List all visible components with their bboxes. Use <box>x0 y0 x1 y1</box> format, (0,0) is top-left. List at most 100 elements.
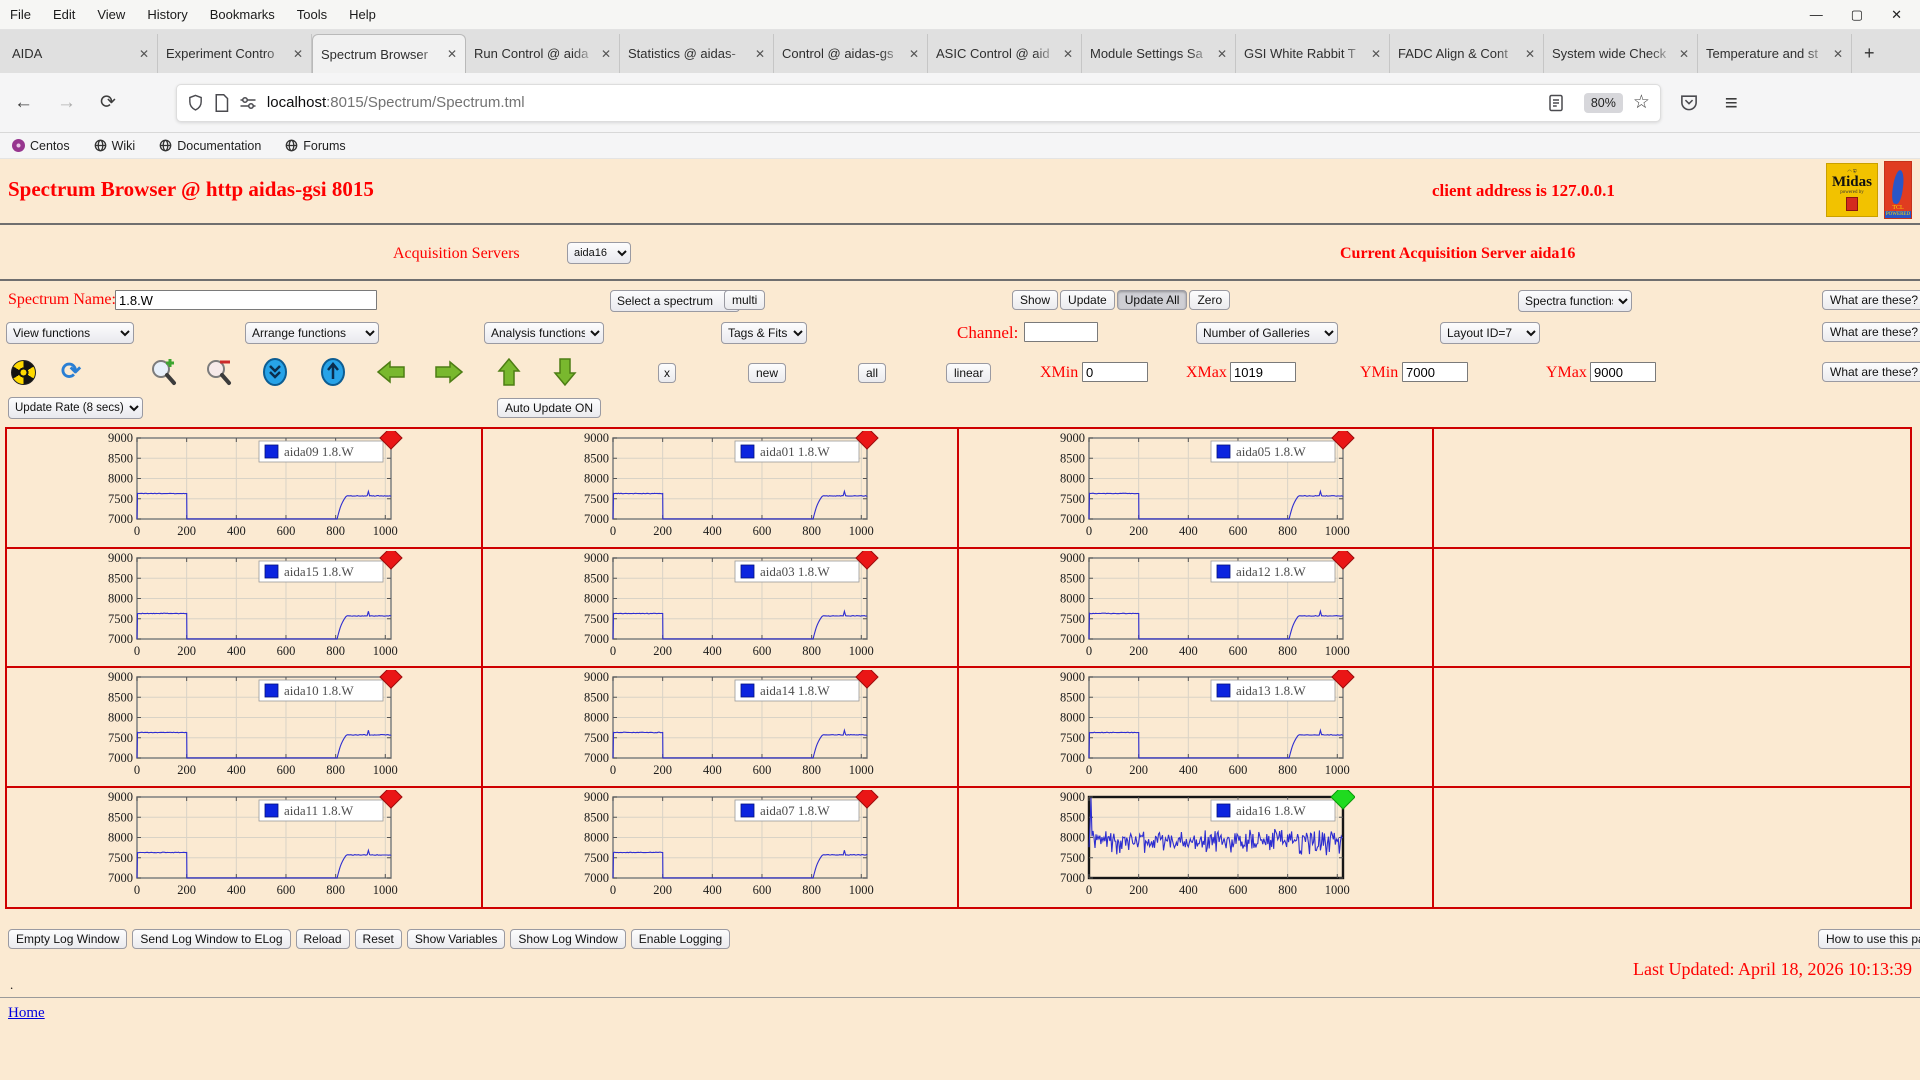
new-tab-button[interactable]: + <box>1852 34 1887 73</box>
spectrum-name-input[interactable] <box>115 290 377 310</box>
spectrum-panel-aida09[interactable]: 0 200 400 600 800 1000 7000 7500 8000 8500 9000 aid… <box>7 429 483 549</box>
new-button[interactable]: new <box>748 363 787 383</box>
url-text[interactable]: localhost:8015/Spectrum/Spectrum.tml <box>267 94 1548 111</box>
view-functions-dropdown[interactable]: View functions <box>6 322 134 344</box>
show-variables-button[interactable]: Show Variables <box>406 929 506 949</box>
tab-close-icon[interactable]: ✕ <box>139 47 149 61</box>
ymax-input[interactable] <box>1590 362 1656 382</box>
tab-close-icon[interactable]: ✕ <box>755 47 765 61</box>
bookmark-wiki[interactable]: Wiki <box>94 139 135 153</box>
multi-button[interactable]: multi <box>724 290 766 310</box>
what-are-these-button-2[interactable]: What are these? <box>1822 322 1920 342</box>
browser-tab-experiment-contro[interactable]: Experiment Contro ✕ <box>158 34 312 73</box>
how-to-use-button[interactable]: How to use this page <box>1818 929 1920 949</box>
forward-icon[interactable]: → <box>57 92 76 114</box>
menu-file[interactable]: File <box>10 7 31 22</box>
browser-tab-aida[interactable]: AIDA ✕ <box>4 34 158 73</box>
expand-y-icon[interactable] <box>318 357 348 387</box>
bookmark-forums[interactable]: Forums <box>285 139 346 153</box>
tab-close-icon[interactable]: ✕ <box>1217 47 1227 61</box>
tab-close-icon[interactable]: ✕ <box>447 47 457 61</box>
refresh-icon[interactable]: ⟳ <box>56 357 86 387</box>
shrink-y-icon[interactable] <box>260 357 290 387</box>
tcl-powered-logo[interactable]: TCL POWERED <box>1884 161 1912 219</box>
browser-tab-gsi-white-rabbit-t[interactable]: GSI White Rabbit T ✕ <box>1236 34 1390 73</box>
update-all-button[interactable]: Update All <box>1116 290 1188 310</box>
auto-update-button[interactable]: Auto Update ON <box>497 398 602 418</box>
bookmark-centos[interactable]: Centos <box>12 139 70 153</box>
show-button[interactable]: Show <box>1012 290 1059 310</box>
menu-tools[interactable]: Tools <box>297 7 327 22</box>
arrange-functions-dropdown[interactable]: Arrange functions <box>245 322 379 344</box>
spectrum-panel-aida03[interactable]: 0 200 400 600 800 1000 7000 7500 8000 8500 9000 aid… <box>482 548 959 668</box>
tab-close-icon[interactable]: ✕ <box>601 47 611 61</box>
ymin-input[interactable] <box>1402 362 1468 382</box>
spectrum-panel-aida12[interactable]: 0 200 400 600 800 1000 7000 7500 8000 8500 9000 aid… <box>958 548 1435 668</box>
reload-button[interactable]: Reload <box>295 929 350 949</box>
window-minimize-icon[interactable]: — <box>1810 8 1823 21</box>
select-spectrum-dropdown[interactable]: Select a spectrum <box>610 290 740 312</box>
bookmark-star-icon[interactable]: ☆ <box>1633 91 1650 114</box>
back-icon[interactable]: ← <box>14 92 33 114</box>
pan-right-icon[interactable] <box>434 357 464 387</box>
zoom-in-icon[interactable] <box>148 357 178 387</box>
linear-button[interactable]: linear <box>946 363 992 383</box>
menu-view[interactable]: View <box>97 7 125 22</box>
browser-tab-asic-control-aid[interactable]: ASIC Control @ aid ✕ <box>928 34 1082 73</box>
tab-close-icon[interactable]: ✕ <box>293 47 303 61</box>
spectrum-chart[interactable]: 0 200 400 600 800 1000 7000 7500 8000 8500 9000 aid… <box>569 789 879 904</box>
shield-icon[interactable] <box>187 93 204 112</box>
pan-down-icon[interactable] <box>550 357 580 387</box>
menu-history[interactable]: History <box>147 7 187 22</box>
analysis-functions-dropdown[interactable]: Analysis functions <box>484 322 604 344</box>
page-icon[interactable] <box>214 93 229 112</box>
send-log-window-to-elog-button[interactable]: Send Log Window to ELog <box>132 929 291 949</box>
reload-icon[interactable]: ⟳ <box>100 91 116 114</box>
x-axis-button[interactable]: x <box>658 363 676 383</box>
reset-button[interactable]: Reset <box>354 929 402 949</box>
spectrum-chart[interactable]: 0 200 400 600 800 1000 7000 7500 8000 8500 9000 aid… <box>93 550 403 665</box>
bookmark-documentation[interactable]: Documentation <box>159 139 261 153</box>
channel-input[interactable] <box>1024 322 1098 342</box>
tab-close-icon[interactable]: ✕ <box>1371 47 1381 61</box>
enable-logging-button[interactable]: Enable Logging <box>630 929 731 949</box>
radiation-icon[interactable] <box>8 357 38 387</box>
reader-mode-icon[interactable] <box>1548 94 1564 112</box>
browser-tab-spectrum-browser[interactable]: Spectrum Browser ✕ <box>312 34 466 73</box>
update-rate-dropdown[interactable]: Update Rate (8 secs) <box>8 397 143 419</box>
browser-tab-run-control-aida[interactable]: Run Control @ aida ✕ <box>466 34 620 73</box>
spectra-functions-dropdown[interactable]: Spectra functions <box>1518 290 1632 312</box>
permissions-icon[interactable] <box>239 96 257 110</box>
spectrum-chart[interactable]: 0 200 400 600 800 1000 7000 7500 8000 8500 9000 aid… <box>1045 789 1355 904</box>
tab-close-icon[interactable]: ✕ <box>1525 47 1535 61</box>
spectrum-panel-aida10[interactable]: 0 200 400 600 800 1000 7000 7500 8000 8500 9000 aid… <box>7 668 483 788</box>
show-log-window-button[interactable]: Show Log Window <box>510 929 626 949</box>
spectrum-panel-aida15[interactable]: 0 200 400 600 800 1000 7000 7500 8000 8500 9000 aid… <box>7 548 483 668</box>
tab-close-icon[interactable]: ✕ <box>909 47 919 61</box>
what-are-these-button-1[interactable]: What are these? <box>1822 290 1920 310</box>
spectrum-panel-aida01[interactable]: 0 200 400 600 800 1000 7000 7500 8000 8500 9000 aid… <box>482 429 959 549</box>
browser-tab-temperature-and-st[interactable]: Temperature and st ✕ <box>1698 34 1852 73</box>
layout-id-dropdown[interactable]: Layout ID=7 <box>1440 322 1540 344</box>
empty-log-window-button[interactable]: Empty Log Window <box>8 929 128 949</box>
zero-button[interactable]: Zero <box>1189 290 1231 310</box>
window-close-icon[interactable]: ✕ <box>1891 8 1902 21</box>
spectrum-chart[interactable]: 0 200 400 600 800 1000 7000 7500 8000 8500 9000 aid… <box>93 789 403 904</box>
window-maximize-icon[interactable]: ▢ <box>1851 8 1863 21</box>
what-are-these-button-3[interactable]: What are these? <box>1822 362 1920 382</box>
tab-close-icon[interactable]: ✕ <box>1679 47 1689 61</box>
spectrum-chart[interactable]: 0 200 400 600 800 1000 7000 7500 8000 8500 9000 aid… <box>569 550 879 665</box>
spectrum-chart[interactable]: 0 200 400 600 800 1000 7000 7500 8000 8500 9000 aid… <box>1045 550 1355 665</box>
spectrum-panel-aida07[interactable]: 0 200 400 600 800 1000 7000 7500 8000 8500 9000 aid… <box>483 787 959 907</box>
num-galleries-dropdown[interactable]: Number of Galleries <box>1196 322 1338 344</box>
spectrum-panel-aida16[interactable]: 0 200 400 600 800 1000 7000 7500 8000 8500 9000 aid… <box>959 787 1435 907</box>
tab-close-icon[interactable]: ✕ <box>1063 47 1073 61</box>
tags-fits-dropdown[interactable]: Tags & Fits <box>721 322 807 344</box>
tab-close-icon[interactable]: ✕ <box>1833 47 1843 61</box>
zoom-out-icon[interactable] <box>203 357 233 387</box>
spectrum-chart[interactable]: 0 200 400 600 800 1000 7000 7500 8000 8500 9000 aid… <box>1045 431 1355 545</box>
pan-left-icon[interactable] <box>376 357 406 387</box>
spectrum-panel-aida11[interactable]: 0 200 400 600 800 1000 7000 7500 8000 8500 9000 aid… <box>7 787 483 907</box>
url-bar[interactable]: localhost:8015/Spectrum/Spectrum.tml 80%… <box>175 83 1661 122</box>
pocket-icon[interactable] <box>1679 93 1699 112</box>
